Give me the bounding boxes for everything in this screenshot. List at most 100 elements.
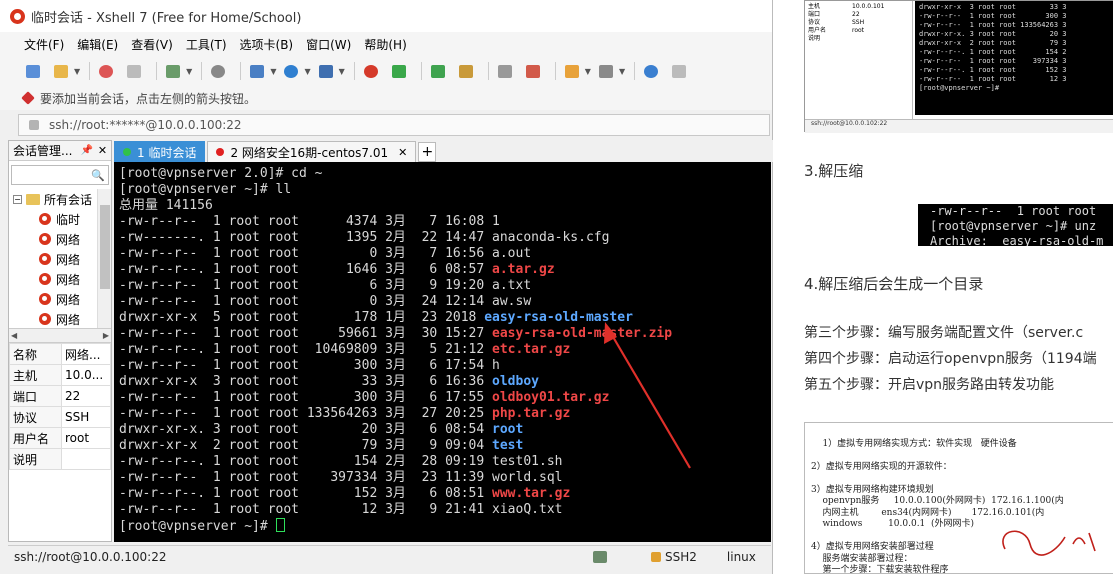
layout-icon	[598, 64, 613, 78]
chevron-down-icon[interactable]: ▼	[270, 67, 276, 76]
new-tab-button[interactable]	[561, 60, 583, 82]
tree-item-session[interactable]: 临时	[9, 209, 111, 229]
tree-item-session[interactable]: 网络	[9, 229, 111, 249]
session-hint-bar: 要添加当前会话，点击左侧的箭头按钮。	[0, 86, 772, 110]
property-key: 端口	[9, 385, 62, 407]
reconnect-button[interactable]	[95, 60, 117, 82]
terminal-filename: oldboy01.tar.gz	[492, 390, 610, 405]
menu-tools[interactable]: 工具(T)	[186, 36, 227, 53]
terminal-filename: easy-rsa-old-master	[484, 310, 633, 325]
layout-button[interactable]	[595, 60, 617, 82]
doc-property-key: 说明	[808, 35, 821, 42]
tab-centos[interactable]: 2 网络安全16期-centos7.01 ✕	[207, 141, 417, 162]
doc-property-row: 协议 SSH	[808, 19, 909, 27]
terminal-text: -rw-r--r-- 1 root root 6 3月 9 19:20 a.tx…	[119, 278, 532, 293]
tree-horizontal-scrollbar[interactable]: ◀ ▶	[9, 329, 111, 343]
tree-vertical-scrollbar[interactable]	[97, 189, 111, 328]
session-icon	[39, 273, 51, 285]
session-manager-header: 会话管理... 📌 ✕	[9, 141, 111, 161]
open-folder-button[interactable]	[50, 60, 72, 82]
chevron-down-icon[interactable]: ▼	[619, 67, 625, 76]
highlight-button[interactable]	[522, 60, 544, 82]
session-manager-title: 会话管理...	[13, 144, 73, 158]
chevron-down-icon[interactable]: ▼	[585, 67, 591, 76]
chevron-down-icon[interactable]: ▼	[74, 67, 80, 76]
tab-temp-session[interactable]: 1 临时会话	[114, 141, 206, 162]
close-icon[interactable]: ✕	[398, 146, 407, 159]
tab-label: 1 临时会话	[137, 145, 197, 160]
xftp-button[interactable]	[360, 60, 382, 82]
chevron-down-icon[interactable]: ▼	[186, 67, 192, 76]
properties-button[interactable]	[162, 60, 184, 82]
tree-item-all-sessions[interactable]: − 所有会话	[9, 189, 111, 209]
doc-property-row: 说明	[808, 35, 909, 43]
menu-window[interactable]: 窗口(W)	[306, 36, 351, 53]
transfer-button[interactable]	[246, 60, 268, 82]
search-icon: 🔍	[91, 168, 105, 182]
menu-bar: 文件(F) 编辑(E) 查看(V) 工具(T) 选项卡(B) 窗口(W) 帮助(…	[0, 32, 772, 56]
transfer-status-icon[interactable]	[593, 550, 607, 563]
tree-item-label: 临时	[56, 212, 81, 227]
transfer-icon	[250, 64, 265, 78]
find-button[interactable]	[207, 60, 229, 82]
folder-icon	[54, 64, 68, 78]
help-button[interactable]	[640, 60, 662, 82]
scroll-left-icon[interactable]: ◀	[11, 331, 17, 340]
toolbar-divider	[487, 62, 489, 80]
disconnect-button[interactable]	[123, 60, 145, 82]
tree-item-session[interactable]: 网络	[9, 249, 111, 269]
keyboard-button[interactable]	[494, 60, 516, 82]
menu-help[interactable]: 帮助(H)	[364, 36, 406, 53]
tree-item-session[interactable]: 网络	[9, 289, 111, 309]
collapse-icon[interactable]: −	[13, 194, 22, 204]
close-icon[interactable]: ✕	[98, 144, 107, 157]
session-search-input[interactable]: 🔍	[11, 165, 109, 185]
menu-edit[interactable]: 编辑(E)	[77, 36, 118, 53]
property-key: 主机	[9, 364, 62, 386]
tree-item-session[interactable]: 网络	[9, 269, 111, 289]
toolbar-divider	[240, 62, 242, 80]
terminal-line: [root@vpnserver ~]# ll	[119, 182, 771, 198]
doc-step-5: 第五个步骤：开启vpn服务路由转发功能	[804, 377, 1055, 393]
session-icon	[39, 213, 51, 225]
doc-property-row: 用户名 root	[808, 27, 909, 35]
pin-icon[interactable]: 📌	[80, 145, 92, 156]
terminal-line: -rw-r--r--. 1 root root 1646 3月 6 08:57 …	[119, 262, 771, 278]
menu-file[interactable]: 文件(F)	[24, 36, 64, 53]
handwriting-scribble	[1002, 530, 1096, 556]
terminal-text: [root@vpnserver ~]# ll	[119, 182, 292, 197]
new-session-button[interactable]	[22, 60, 44, 82]
tree-item-session[interactable]: 网络	[9, 309, 111, 328]
chevron-down-icon[interactable]: ▼	[339, 67, 345, 76]
terminal-text: [root@vpnserver ~]#	[119, 519, 276, 534]
chevron-down-icon[interactable]: ▼	[304, 67, 310, 76]
terminal-text: -rw-------. 1 root root 1395 2月 22 14:47…	[119, 230, 610, 245]
lock-button[interactable]	[455, 60, 477, 82]
globe-button[interactable]	[280, 60, 302, 82]
bookmark-arrow-icon[interactable]	[21, 91, 35, 105]
chat-button[interactable]	[668, 60, 690, 82]
doc-screenshot-properties: 主机 10.0.0.101 端口 22 协议 SSH 用户名 root 说明	[805, 1, 913, 119]
font-button[interactable]	[315, 60, 337, 82]
terminal-text: -rw-r--r-- 1 root root 133564263 3月 27 2…	[119, 406, 493, 421]
terminal-text: [root@vpnserver 2.0]# cd ~	[119, 166, 323, 181]
menu-view[interactable]: 查看(V)	[131, 36, 173, 53]
fullscreen-button[interactable]	[427, 60, 449, 82]
scroll-right-icon[interactable]: ▶	[103, 331, 109, 340]
property-key: 说明	[9, 448, 62, 470]
add-tab-button[interactable]: +	[418, 142, 437, 162]
menu-tab[interactable]: 选项卡(B)	[240, 36, 294, 53]
terminal-output[interactable]: [root@vpnserver 2.0]# cd ~ [root@vpnserve…	[114, 162, 771, 542]
terminal-text: -rw-r--r-- 1 root root 59661 3月 30 15:27	[119, 326, 493, 341]
font-icon	[318, 64, 333, 78]
property-value: 10.0...	[61, 364, 111, 386]
xagent-button[interactable]	[388, 60, 410, 82]
lock-icon	[651, 551, 661, 562]
scrollbar-thumb[interactable]	[100, 205, 110, 289]
tree-item-label: 网络	[56, 312, 81, 327]
terminal-filename: www.tar.gz	[492, 486, 571, 501]
property-row: 主机 10.0...	[9, 364, 111, 386]
terminal-line: [root@vpnserver 2.0]# cd ~	[119, 166, 771, 182]
address-bar[interactable]: ssh://root:******@10.0.0.100:22	[18, 114, 770, 136]
property-value: SSH	[61, 406, 111, 428]
